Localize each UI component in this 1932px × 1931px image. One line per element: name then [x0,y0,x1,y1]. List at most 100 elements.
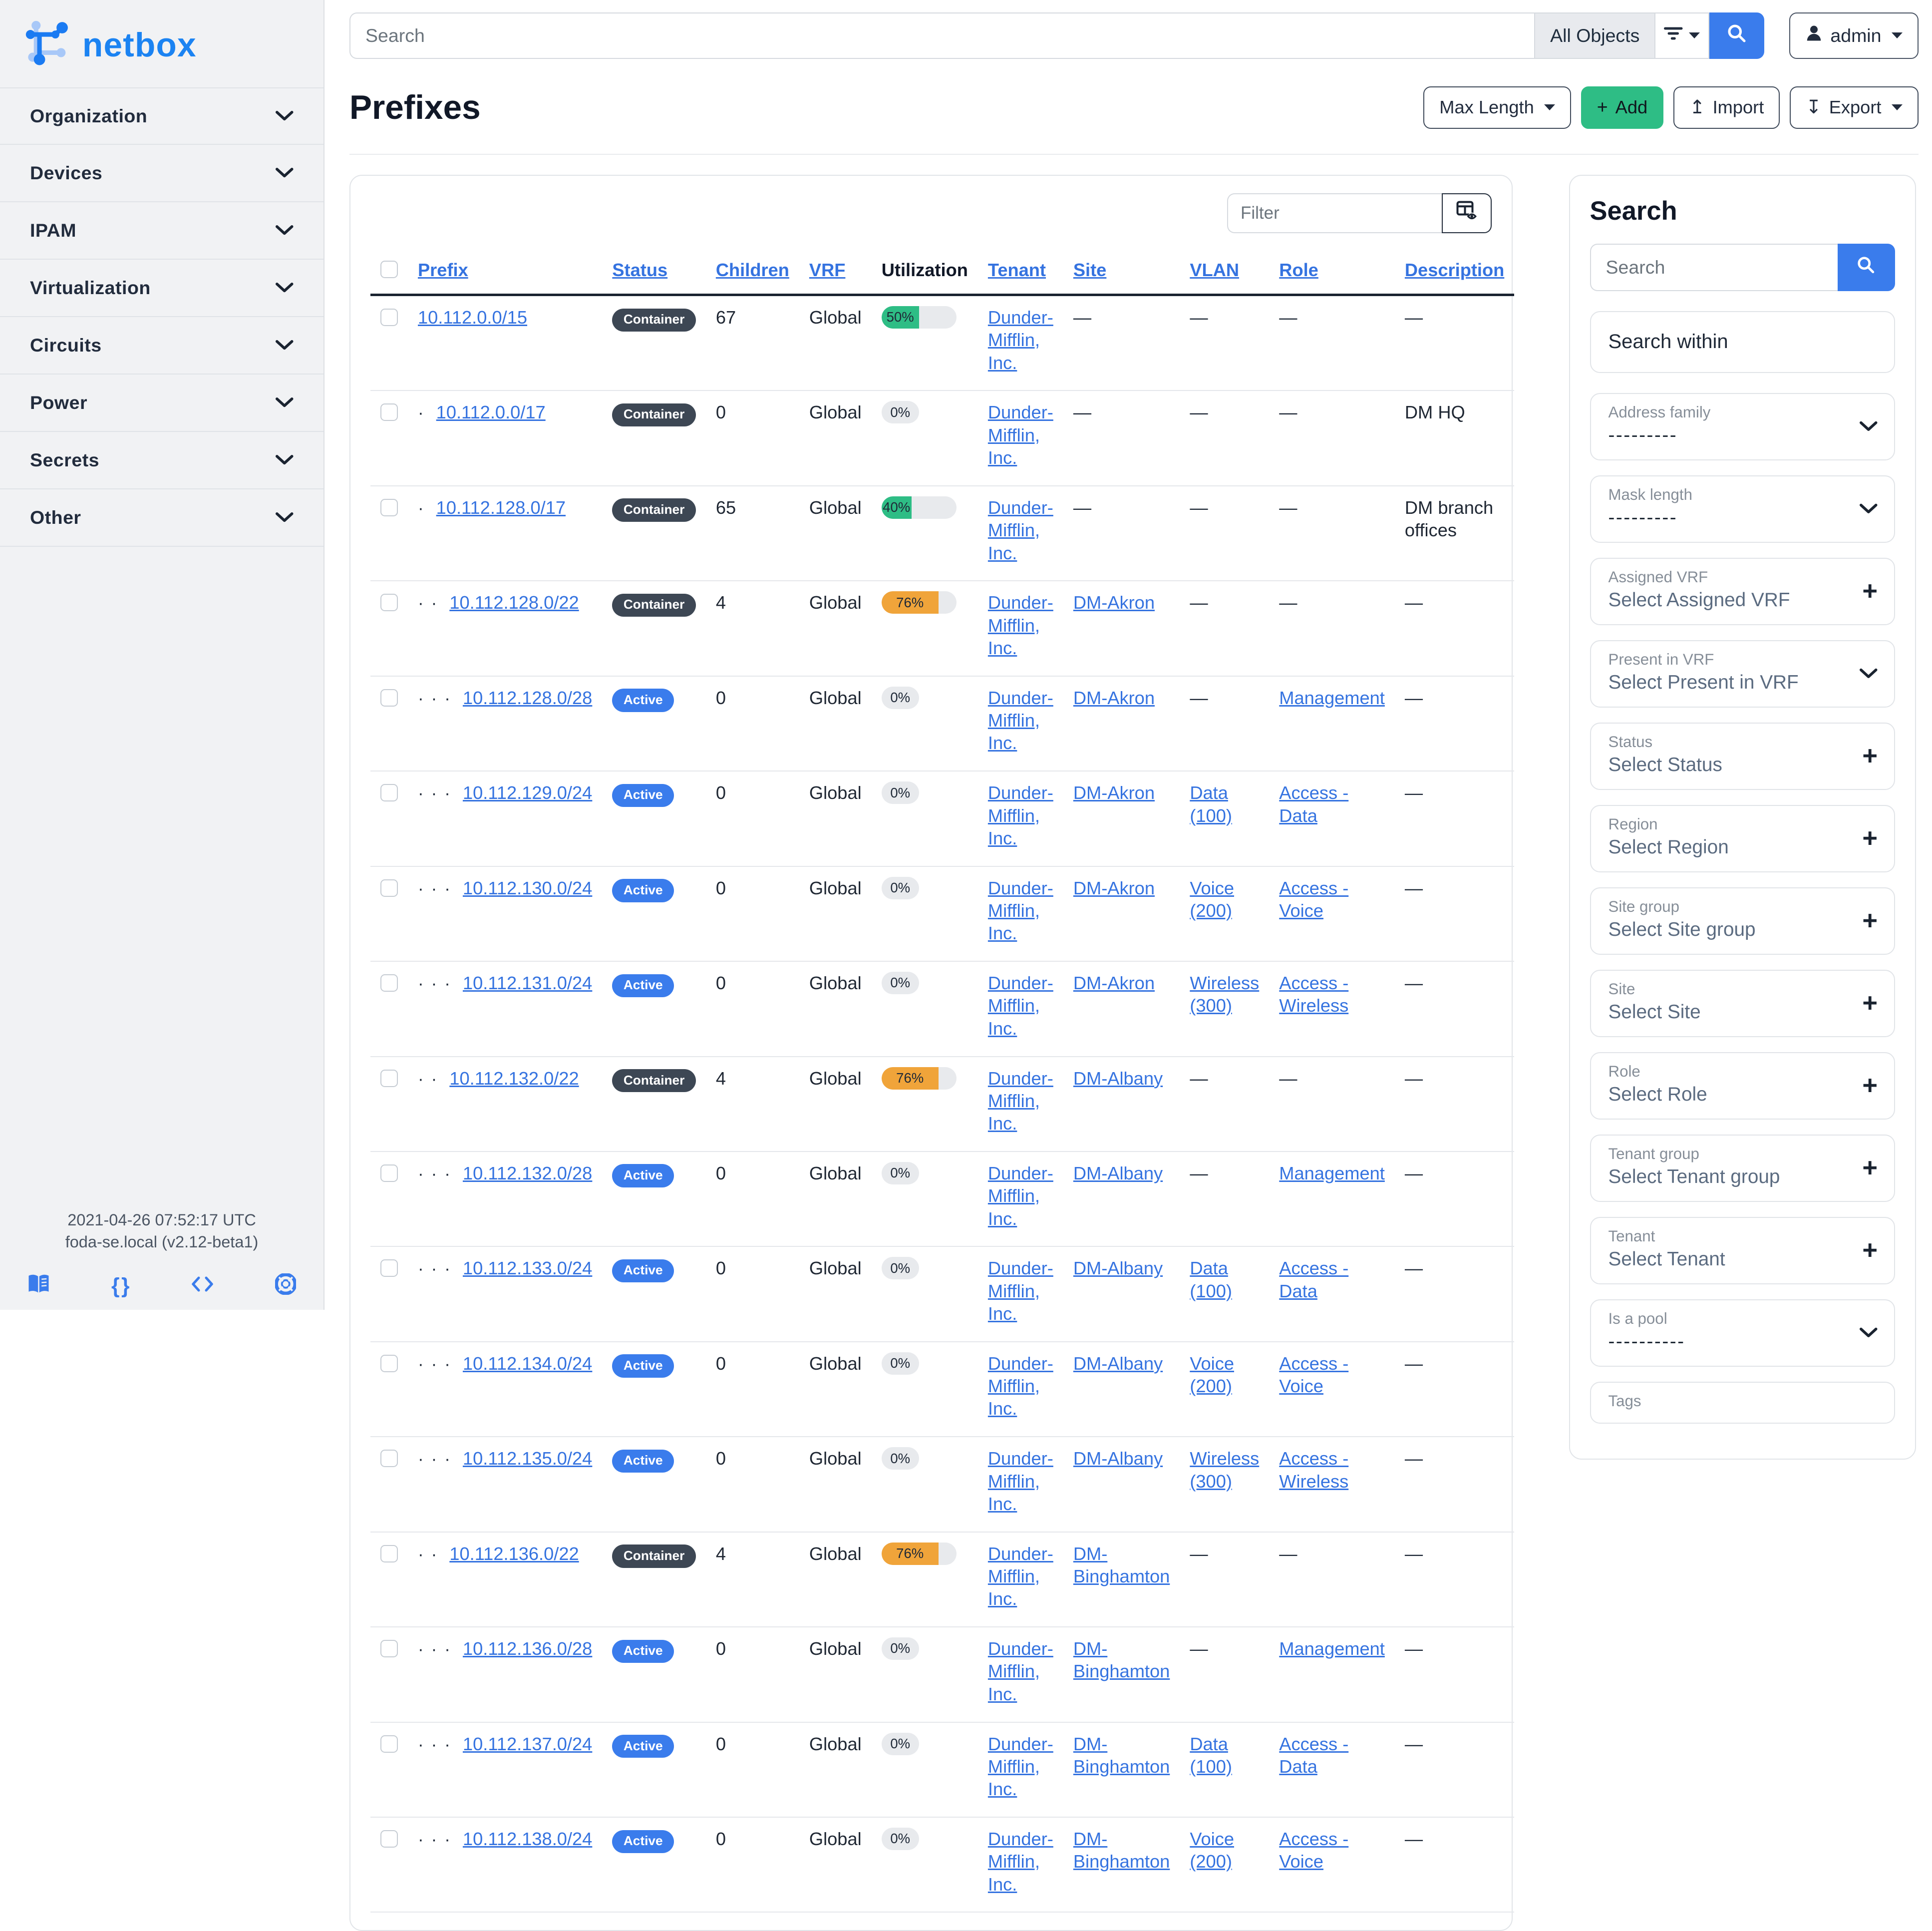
role-link[interactable]: Access - Voice [1279,1829,1348,1872]
site-link[interactable]: DM-Akron [1073,688,1155,708]
row-select-checkbox[interactable] [380,1355,398,1372]
prefix-link[interactable]: 10.112.132.0/28 [463,1163,592,1183]
tenant-link[interactable]: Dunder-Mifflin, Inc. [988,1068,1053,1134]
sidebar-item-circuits[interactable]: Circuits [0,317,323,375]
site-link[interactable]: DM-Albany [1073,1258,1163,1278]
site-link[interactable]: DM-Binghamton [1073,1734,1170,1777]
filter-field-site[interactable]: SiteSelect Site+ [1590,970,1895,1037]
prefix-link[interactable]: 10.112.138.0/24 [463,1829,592,1849]
filter-field-tags[interactable]: Tags [1590,1382,1895,1424]
tenant-link[interactable]: Dunder-Mifflin, Inc. [988,1353,1053,1419]
site-link[interactable]: DM-Binghamton [1073,1544,1170,1586]
vlan-link[interactable]: Data (100) [1190,782,1232,825]
site-link[interactable]: DM-Albany [1073,1163,1163,1183]
filter-field-mask-length[interactable]: Mask length--------- [1590,475,1895,543]
row-select-checkbox[interactable] [380,1545,398,1562]
vlan-link[interactable]: Voice (200) [1190,1829,1234,1872]
export-dropdown-button[interactable]: ↧ Export [1790,86,1918,129]
tenant-link[interactable]: Dunder-Mifflin, Inc. [988,688,1053,754]
tenant-link[interactable]: Dunder-Mifflin, Inc. [988,782,1053,848]
prefix-link[interactable]: 10.112.128.0/28 [463,688,592,708]
filter-field-region[interactable]: RegionSelect Region+ [1590,805,1895,872]
row-select-checkbox[interactable] [380,1450,398,1467]
row-select-checkbox[interactable] [380,1735,398,1753]
tenant-link[interactable]: Dunder-Mifflin, Inc. [988,1163,1053,1229]
netbox-logo[interactable]: netbox [0,0,323,87]
site-link[interactable]: DM-Albany [1073,1353,1163,1374]
row-select-checkbox[interactable] [380,974,398,992]
sidebar-item-power[interactable]: Power [0,375,323,432]
docs-book-link[interactable] [27,1274,50,1299]
panel-search-input[interactable] [1590,244,1838,291]
role-link[interactable]: Access - Voice [1279,1353,1348,1396]
max-length-dropdown-button[interactable]: Max Length [1423,86,1571,129]
filter-field-tenant[interactable]: TenantSelect Tenant+ [1590,1217,1895,1284]
column-sort-prefix[interactable]: Prefix [418,260,468,280]
tenant-link[interactable]: Dunder-Mifflin, Inc. [988,973,1053,1039]
role-link[interactable]: Access - Wireless [1279,1448,1348,1491]
site-link[interactable]: DM-Albany [1073,1068,1163,1089]
row-select-checkbox[interactable] [380,1070,398,1087]
filter-field-present-in-vrf[interactable]: Present in VRFSelect Present in VRF [1590,640,1895,708]
prefix-link[interactable]: 10.112.128.0/17 [436,497,566,518]
column-sort-site[interactable]: Site [1073,260,1106,280]
site-link[interactable]: DM-Binghamton [1073,1638,1170,1681]
sidebar-item-devices[interactable]: Devices [0,145,323,202]
filter-field-site-group[interactable]: Site groupSelect Site group+ [1590,887,1895,955]
site-link[interactable]: DM-Albany [1073,1448,1163,1469]
tenant-link[interactable]: Dunder-Mifflin, Inc. [988,307,1053,373]
sidebar-item-ipam[interactable]: IPAM [0,202,323,260]
site-link[interactable]: DM-Akron [1073,592,1155,613]
column-sort-tenant[interactable]: Tenant [988,260,1046,280]
code-link[interactable] [191,1275,214,1298]
row-select-checkbox[interactable] [380,1640,398,1657]
row-select-checkbox[interactable] [380,403,398,421]
vlan-link[interactable]: Wireless (300) [1190,1448,1259,1491]
tenant-link[interactable]: Dunder-Mifflin, Inc. [988,497,1053,563]
row-select-checkbox[interactable] [380,594,398,611]
prefix-link[interactable]: 10.112.136.0/22 [449,1544,579,1564]
sidebar-item-virtualization[interactable]: Virtualization [0,260,323,317]
help-lifebuoy-link[interactable] [275,1273,297,1300]
role-link[interactable]: Access - Data [1279,1258,1348,1301]
column-sort-children[interactable]: Children [716,260,789,280]
user-menu-button[interactable]: admin [1789,12,1918,59]
site-link[interactable]: DM-Akron [1073,782,1155,803]
role-link[interactable]: Access - Data [1279,782,1348,825]
filter-field-address-family[interactable]: Address family--------- [1590,393,1895,460]
vlan-link[interactable]: Data (100) [1190,1734,1232,1777]
global-search-input[interactable] [349,12,1534,59]
prefix-link[interactable]: 10.112.133.0/24 [463,1258,592,1278]
prefix-link[interactable]: 10.112.129.0/24 [463,782,592,803]
prefix-link[interactable]: 10.112.130.0/24 [463,878,592,898]
tenant-link[interactable]: Dunder-Mifflin, Inc. [988,402,1053,468]
filter-field-assigned-vrf[interactable]: Assigned VRFSelect Assigned VRF+ [1590,558,1895,625]
sidebar-item-secrets[interactable]: Secrets [0,432,323,489]
row-select-checkbox[interactable] [380,1259,398,1277]
role-link[interactable]: Access - Voice [1279,878,1348,921]
filter-field-status[interactable]: StatusSelect Status+ [1590,723,1895,790]
tenant-link[interactable]: Dunder-Mifflin, Inc. [988,1734,1053,1800]
prefix-link[interactable]: 10.112.137.0/24 [463,1734,592,1754]
sidebar-item-other[interactable]: Other [0,489,323,547]
table-filter-input[interactable] [1227,193,1442,233]
row-select-checkbox[interactable] [380,309,398,326]
filter-field-role[interactable]: RoleSelect Role+ [1590,1052,1895,1120]
role-link[interactable]: Management [1279,1163,1385,1183]
api-braces-link[interactable]: { } [111,1274,130,1298]
role-link[interactable]: Management [1279,688,1385,708]
prefix-link[interactable]: 10.112.131.0/24 [463,973,592,993]
vlan-link[interactable]: Voice (200) [1190,878,1234,921]
sidebar-item-organization[interactable]: Organization [0,87,323,145]
role-link[interactable]: Access - Data [1279,1734,1348,1777]
site-link[interactable]: DM-Akron [1073,973,1155,993]
prefix-link[interactable]: 10.112.136.0/28 [463,1638,592,1659]
column-sort-role[interactable]: Role [1279,260,1318,280]
table-configure-button[interactable] [1442,193,1492,233]
panel-search-submit-button[interactable] [1838,244,1895,291]
tenant-link[interactable]: Dunder-Mifflin, Inc. [988,1544,1053,1609]
tenant-link[interactable]: Dunder-Mifflin, Inc. [988,1829,1053,1895]
prefix-link[interactable]: 10.112.132.0/22 [449,1068,579,1089]
prefix-link[interactable]: 10.112.0.0/15 [418,307,527,328]
column-sort-description[interactable]: Description [1405,260,1504,280]
